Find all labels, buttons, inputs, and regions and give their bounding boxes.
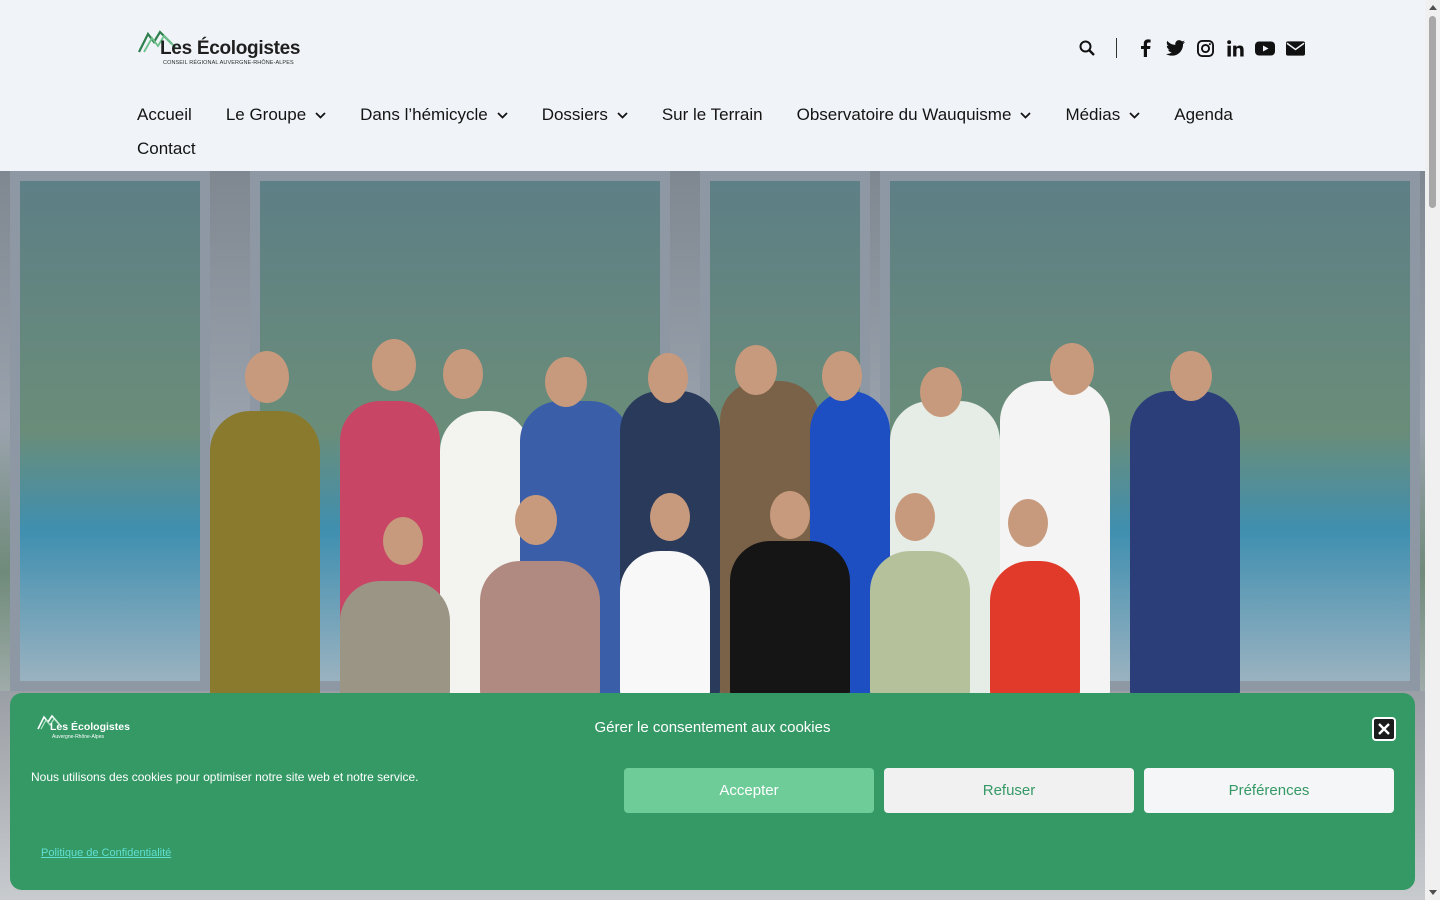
nav-label: Le Groupe bbox=[225, 105, 307, 124]
close-icon[interactable] bbox=[1372, 717, 1396, 741]
nav-contact[interactable]: Contact bbox=[137, 139, 196, 159]
person-head bbox=[515, 495, 557, 545]
person bbox=[620, 551, 710, 701]
refuse-cookies-button[interactable]: Refuser bbox=[884, 768, 1134, 813]
header-tools bbox=[1076, 36, 1305, 60]
nav-label: Contact bbox=[137, 139, 196, 158]
scrollbar-thumb[interactable] bbox=[1429, 16, 1436, 208]
person bbox=[730, 541, 850, 701]
divider bbox=[1116, 38, 1117, 58]
nav-label: Dans l’hémicycle bbox=[360, 105, 488, 124]
person-head bbox=[735, 345, 777, 395]
window-frame bbox=[10, 171, 210, 691]
person-head bbox=[1050, 343, 1094, 395]
person bbox=[990, 561, 1080, 701]
nav-dans-hemicycle[interactable]: Dans l’hémicycle bbox=[360, 105, 508, 125]
scroll-up-arrow-icon[interactable] bbox=[1425, 0, 1440, 15]
site-logo[interactable]: Les Écologistes CONSEIL RÉGIONAL AUVERGN… bbox=[138, 26, 300, 72]
nav-le-groupe[interactable]: Le Groupe bbox=[226, 105, 326, 125]
youtube-icon[interactable] bbox=[1255, 36, 1275, 60]
person-head bbox=[895, 493, 935, 541]
nav-label: Dossiers bbox=[541, 105, 608, 124]
person-head bbox=[770, 491, 810, 539]
site-header: Les Écologistes CONSEIL RÉGIONAL AUVERGN… bbox=[0, 0, 1425, 171]
nav-label: Agenda bbox=[1174, 105, 1233, 124]
cookie-banner-message: Nous utilisons des cookies pour optimise… bbox=[31, 770, 419, 784]
page-scrollbar[interactable] bbox=[1425, 0, 1440, 900]
nav-label: Observatoire du Wauquisme bbox=[796, 105, 1012, 124]
social-links bbox=[1135, 36, 1305, 60]
person-head bbox=[920, 367, 962, 417]
logo-name: Les Écologistes bbox=[160, 38, 301, 59]
privacy-policy-link[interactable]: Politique de Confidentialité bbox=[41, 847, 171, 859]
group-of-people bbox=[200, 321, 1260, 701]
person bbox=[1130, 391, 1240, 701]
email-icon[interactable] bbox=[1285, 36, 1305, 60]
nav-label: Accueil bbox=[137, 105, 192, 124]
nav-label: Sur le Terrain bbox=[661, 105, 763, 124]
twitter-icon[interactable] bbox=[1165, 36, 1185, 60]
cookie-consent-banner: Les Écologistes Auvergne-Rhône-Alpes Gér… bbox=[10, 693, 1415, 890]
person-head bbox=[245, 351, 289, 403]
person-head bbox=[650, 493, 690, 541]
accept-cookies-button[interactable]: Accepter bbox=[624, 768, 874, 813]
nav-medias[interactable]: Médias bbox=[1065, 105, 1140, 125]
person bbox=[870, 551, 970, 701]
scroll-down-arrow-icon[interactable] bbox=[1425, 885, 1440, 900]
chevron-down-icon bbox=[1129, 111, 1140, 119]
person-head bbox=[383, 517, 423, 565]
instagram-icon[interactable] bbox=[1195, 36, 1215, 60]
nav-accueil[interactable]: Accueil bbox=[137, 105, 192, 125]
person-head bbox=[1170, 351, 1212, 401]
linkedin-icon[interactable] bbox=[1225, 36, 1245, 60]
nav-dossiers[interactable]: Dossiers bbox=[542, 105, 628, 125]
person-head bbox=[372, 339, 416, 391]
page: Les Écologistes CONSEIL RÉGIONAL AUVERGN… bbox=[0, 0, 1440, 900]
person-head bbox=[648, 353, 688, 403]
nav-row-1: Accueil Le Groupe Dans l’hémicycle Dossi… bbox=[137, 98, 1257, 132]
cookie-banner-title: Gérer le consentement aux cookies bbox=[594, 719, 831, 736]
person-head bbox=[545, 357, 587, 407]
chevron-down-icon bbox=[315, 111, 326, 119]
nav-observatoire[interactable]: Observatoire du Wauquisme bbox=[797, 105, 1032, 125]
main-nav: Accueil Le Groupe Dans l’hémicycle Dossi… bbox=[137, 98, 1257, 166]
chevron-down-icon bbox=[1020, 111, 1032, 119]
cookie-preferences-button[interactable]: Préférences bbox=[1144, 768, 1394, 813]
logo-subtitle: CONSEIL RÉGIONAL AUVERGNE-RHÔNE-ALPES bbox=[163, 60, 294, 66]
search-icon[interactable] bbox=[1076, 36, 1098, 60]
person-head bbox=[822, 351, 862, 401]
nav-agenda[interactable]: Agenda bbox=[1174, 105, 1233, 125]
nav-row-2: Contact bbox=[137, 132, 1257, 166]
person bbox=[210, 411, 320, 701]
chevron-down-icon bbox=[617, 111, 628, 119]
nav-sur-le-terrain[interactable]: Sur le Terrain bbox=[662, 105, 763, 125]
facebook-icon[interactable] bbox=[1135, 36, 1155, 60]
chevron-down-icon bbox=[497, 111, 508, 119]
nav-label: Médias bbox=[1065, 105, 1121, 124]
person-head bbox=[443, 349, 483, 399]
person bbox=[340, 581, 450, 701]
person bbox=[480, 561, 600, 701]
person-head bbox=[1008, 499, 1048, 547]
